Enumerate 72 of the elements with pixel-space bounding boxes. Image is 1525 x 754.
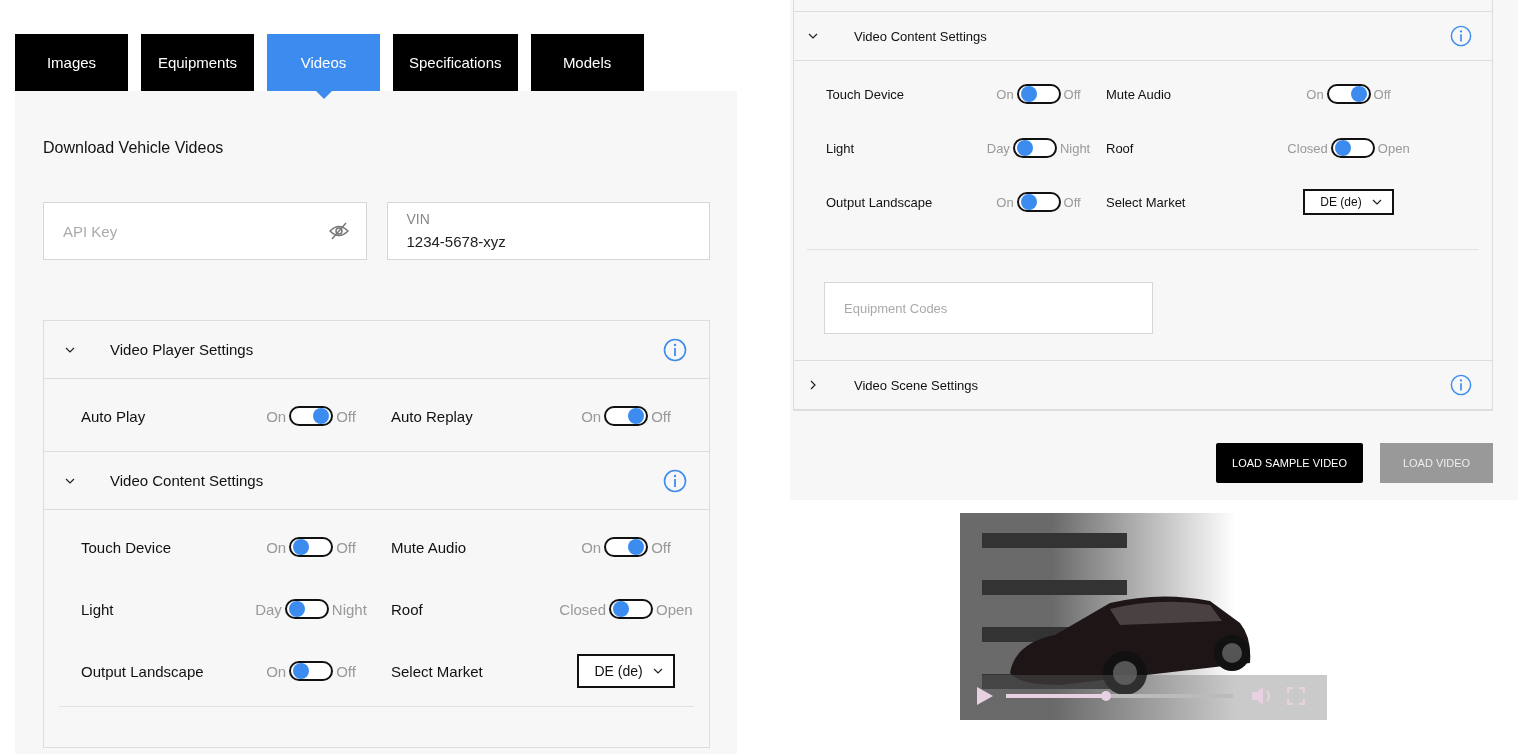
option-label: Open [656,600,693,618]
setting-label: Roof [391,600,424,618]
toggle-switch[interactable] [609,599,653,619]
eye-slash-icon[interactable] [328,222,349,240]
option-label: Off [336,538,356,556]
option-label: Off [1373,86,1391,102]
option-label: On [581,538,602,556]
option-label: Off [1063,194,1081,210]
toggle-switch[interactable] [1012,138,1057,158]
setting-label: Roof [1106,140,1135,156]
chevron-icon [808,31,818,41]
option-label: Night [331,600,367,618]
option-label: On [1306,86,1324,102]
setting-label: Auto Play [81,407,147,425]
option-label: Off [336,662,356,680]
equipment-codes-field[interactable]: Equipment Codes [824,282,1153,334]
toggle-switch[interactable] [604,537,649,557]
toggle-switch[interactable] [284,599,329,619]
caret-icon [652,668,663,674]
option-label: On [996,86,1014,102]
toggle-switch[interactable] [1326,84,1371,104]
api-key-field[interactable]: API Key [43,202,367,260]
load-button[interactable]: LOAD SAMPLE VIDEO [1216,443,1363,483]
option-label: On [266,662,287,680]
option-label: Open [1377,140,1410,156]
option-label: Day [255,600,282,618]
setting-label: Mute Audio [391,538,468,556]
toggle-switch[interactable] [1016,192,1061,212]
market-select[interactable]: DE (de) [1303,189,1394,215]
tab[interactable]: Specifications [393,34,518,91]
option-label: Off [651,538,671,556]
setting-label: Mute Audio [1106,86,1173,102]
toggle-switch[interactable] [604,406,649,426]
option-label: Night [1059,140,1091,156]
option-label: On [996,194,1014,210]
tab[interactable]: Equipments [141,34,254,91]
info-icon[interactable] [1450,25,1472,47]
panel-heading: Download Vehicle Videos [43,139,225,157]
toggle-switch[interactable] [289,537,334,557]
info-icon[interactable] [1450,374,1472,396]
option-label: Off [1063,86,1081,102]
setting-label: Touch Device [826,86,906,102]
option-label: On [266,538,287,556]
field-label: VIN [406,211,430,227]
toggle-switch[interactable] [1016,84,1061,104]
setting-label: Output Landscape [826,194,934,210]
option-label: On [581,407,602,425]
option-label: Off [651,407,671,425]
setting-label: Auto Replay [391,407,474,425]
toggle-switch[interactable] [289,406,334,426]
info-icon[interactable] [663,337,687,362]
toggle-switch[interactable] [1330,138,1375,158]
setting-label: Select Market [1106,194,1187,210]
tab[interactable]: Models [530,34,644,91]
option-label: Day [986,140,1010,156]
option-label: Closed [1287,140,1328,156]
setting-label: Select Market [391,662,484,680]
option-label: Closed [559,600,606,618]
caret-icon [1371,199,1382,205]
setting-label: Light [826,140,856,156]
toggle-switch[interactable] [289,661,334,681]
option-label: On [266,407,287,425]
setting-label: Light [81,600,115,618]
chevron-icon [808,380,818,390]
setting-label: Output Landscape [81,662,205,680]
play-icon[interactable] [976,686,994,706]
setting-label: Touch Device [81,538,173,556]
market-select[interactable]: DE (de) [577,654,675,688]
tab[interactable]: Images [15,34,128,91]
tab-pointer-icon [315,91,332,99]
option-label: Off [336,407,356,425]
info-icon[interactable] [663,468,687,493]
